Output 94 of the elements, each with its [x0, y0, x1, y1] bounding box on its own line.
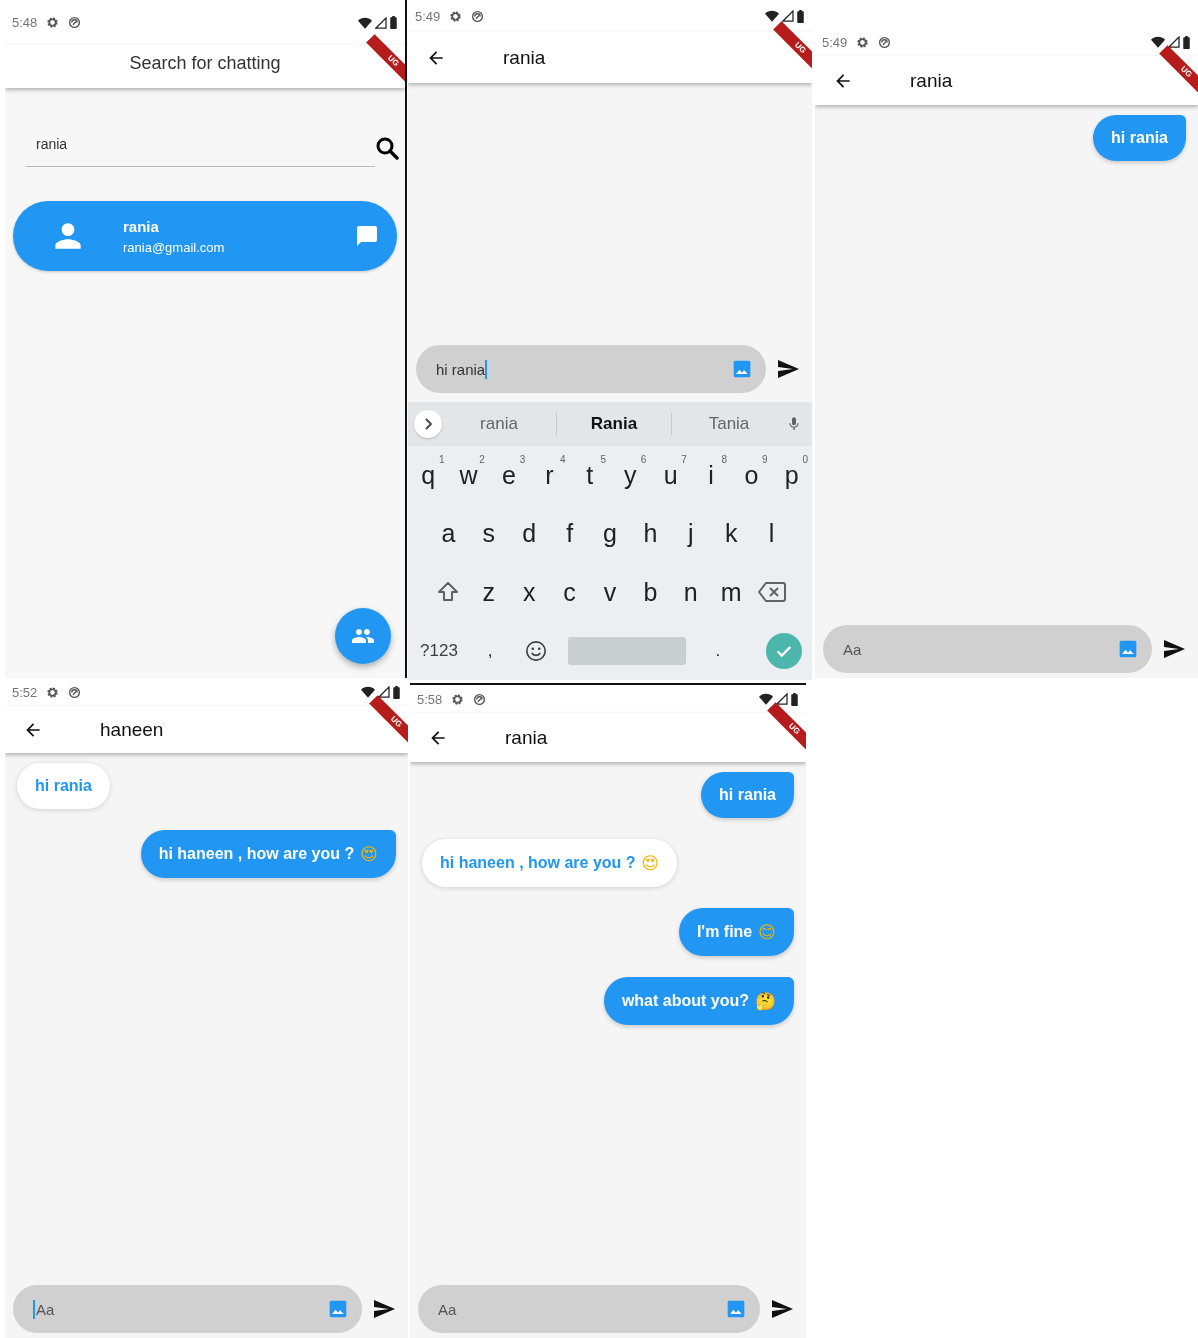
message-text: I'm fine: [696, 923, 753, 941]
status-time: 5:52: [12, 684, 38, 700]
chat-icon[interactable]: [355, 224, 379, 248]
data-saver-icon: [473, 692, 487, 706]
keyboard-key[interactable]: f: [549, 504, 590, 563]
gear-icon: [46, 685, 60, 699]
message-text: hi haneen , how are you ?: [158, 845, 355, 863]
battery-icon: [1183, 35, 1190, 49]
keyboard-key[interactable]: x: [509, 563, 550, 622]
keyboard-key[interactable]: c: [549, 563, 590, 622]
keyboard-key[interactable]: g: [589, 504, 631, 563]
chat-title: rania: [505, 726, 548, 749]
image-icon[interactable]: [732, 359, 752, 379]
signal-icon: [1168, 36, 1180, 48]
chat-title: rania: [910, 69, 953, 92]
signal-icon: [378, 686, 390, 698]
image-icon[interactable]: [328, 1299, 348, 1319]
keyboard-key[interactable]: r 4: [529, 446, 570, 505]
keyboard-key[interactable]: ?123: [408, 621, 470, 680]
wifi-icon: [1151, 36, 1165, 48]
wifi-icon: [358, 16, 372, 29]
message-bubble: what about you? 🤔: [603, 977, 794, 1025]
status-time: 5:49: [415, 8, 441, 24]
suggestion[interactable]: Rania: [557, 414, 671, 434]
gear-icon: [46, 16, 60, 29]
chat-title: haneen: [100, 718, 164, 741]
keyboard-key[interactable]: z: [468, 563, 509, 622]
keyboard-key[interactable]: t 5: [569, 446, 610, 505]
suggestion[interactable]: rania: [442, 414, 556, 434]
message-bubble: hi haneen , how are you ? 😍: [140, 830, 396, 878]
search-field[interactable]: rania: [26, 128, 375, 167]
keyboard-key[interactable]: i 8: [690, 446, 732, 505]
send-icon[interactable]: [776, 357, 800, 381]
battery-icon: [791, 692, 798, 706]
signal-icon: [375, 16, 387, 29]
signal-icon: [782, 10, 794, 22]
keyboard-key[interactable]: j: [670, 504, 711, 563]
keyboard-key[interactable]: a: [428, 504, 469, 563]
wifi-icon: [759, 693, 773, 705]
message-field[interactable]: Aa: [418, 1285, 760, 1333]
chat-title: rania: [503, 46, 546, 69]
data-saver-icon: [68, 16, 82, 29]
message-text: hi haneen , how are you ?: [440, 854, 636, 872]
image-icon[interactable]: [1118, 639, 1138, 659]
battery-icon: [797, 9, 804, 23]
message-field[interactable]: hi rania: [416, 345, 766, 393]
user-name: rania: [123, 217, 160, 235]
backspace-icon[interactable]: [757, 581, 786, 604]
mic-icon[interactable]: [786, 415, 802, 433]
battery-icon: [393, 685, 400, 699]
status-time: 5:49: [822, 34, 848, 50]
keyboard-key[interactable]: n: [670, 563, 711, 622]
battery-icon: [390, 16, 397, 29]
signal-icon: [776, 693, 788, 705]
status-time: 5:48: [12, 15, 38, 30]
keyboard-key[interactable]: d: [509, 504, 550, 563]
gear-icon: [449, 9, 463, 23]
send-icon[interactable]: [372, 1297, 396, 1321]
chevron-right-icon: [423, 418, 433, 430]
wifi-icon: [765, 10, 779, 22]
data-saver-icon: [878, 35, 892, 49]
keyboard-key[interactable]: l: [751, 504, 792, 563]
expand-button[interactable]: [414, 410, 442, 438]
group-button[interactable]: [335, 608, 391, 664]
user-email: rania@gmail.com: [123, 239, 226, 255]
message-text: hi rania: [35, 777, 92, 795]
gear-icon: [451, 692, 465, 706]
smiley-icon[interactable]: [525, 639, 548, 662]
keyboard-key[interactable]: h: [630, 504, 671, 563]
data-saver-icon: [68, 685, 82, 699]
keyboard-key[interactable]: v: [589, 563, 631, 622]
keyboard-key[interactable]: m: [710, 563, 752, 622]
send-icon[interactable]: [1162, 637, 1186, 661]
wifi-icon: [361, 686, 375, 698]
send-icon[interactable]: [770, 1297, 794, 1321]
message-field[interactable]: Aa: [823, 625, 1152, 673]
image-icon[interactable]: [726, 1299, 746, 1319]
message-bubble: I'm fine 😊: [678, 908, 794, 956]
data-saver-icon: [471, 9, 485, 23]
message-bubble: hi haneen , how are you ? 😍: [422, 839, 678, 887]
message-text: hi rania: [1111, 129, 1168, 147]
keyboard-key[interactable]: .: [697, 621, 738, 680]
keyboard-key[interactable]: ,: [470, 621, 511, 680]
message-field[interactable]: Aa: [13, 1285, 362, 1333]
suggestion[interactable]: Tania: [672, 414, 786, 434]
keyboard-key[interactable]: b: [630, 563, 671, 622]
screen-title: Search for chatting: [129, 53, 281, 74]
message-text: hi rania: [719, 786, 776, 804]
status-time: 5:58: [417, 691, 443, 707]
search-icon[interactable]: [375, 135, 399, 160]
message-text: what about you?: [621, 992, 749, 1010]
keyboard-key[interactable]: s: [468, 504, 509, 563]
gear-icon: [856, 35, 870, 49]
keyboard-key[interactable]: k: [710, 504, 752, 563]
